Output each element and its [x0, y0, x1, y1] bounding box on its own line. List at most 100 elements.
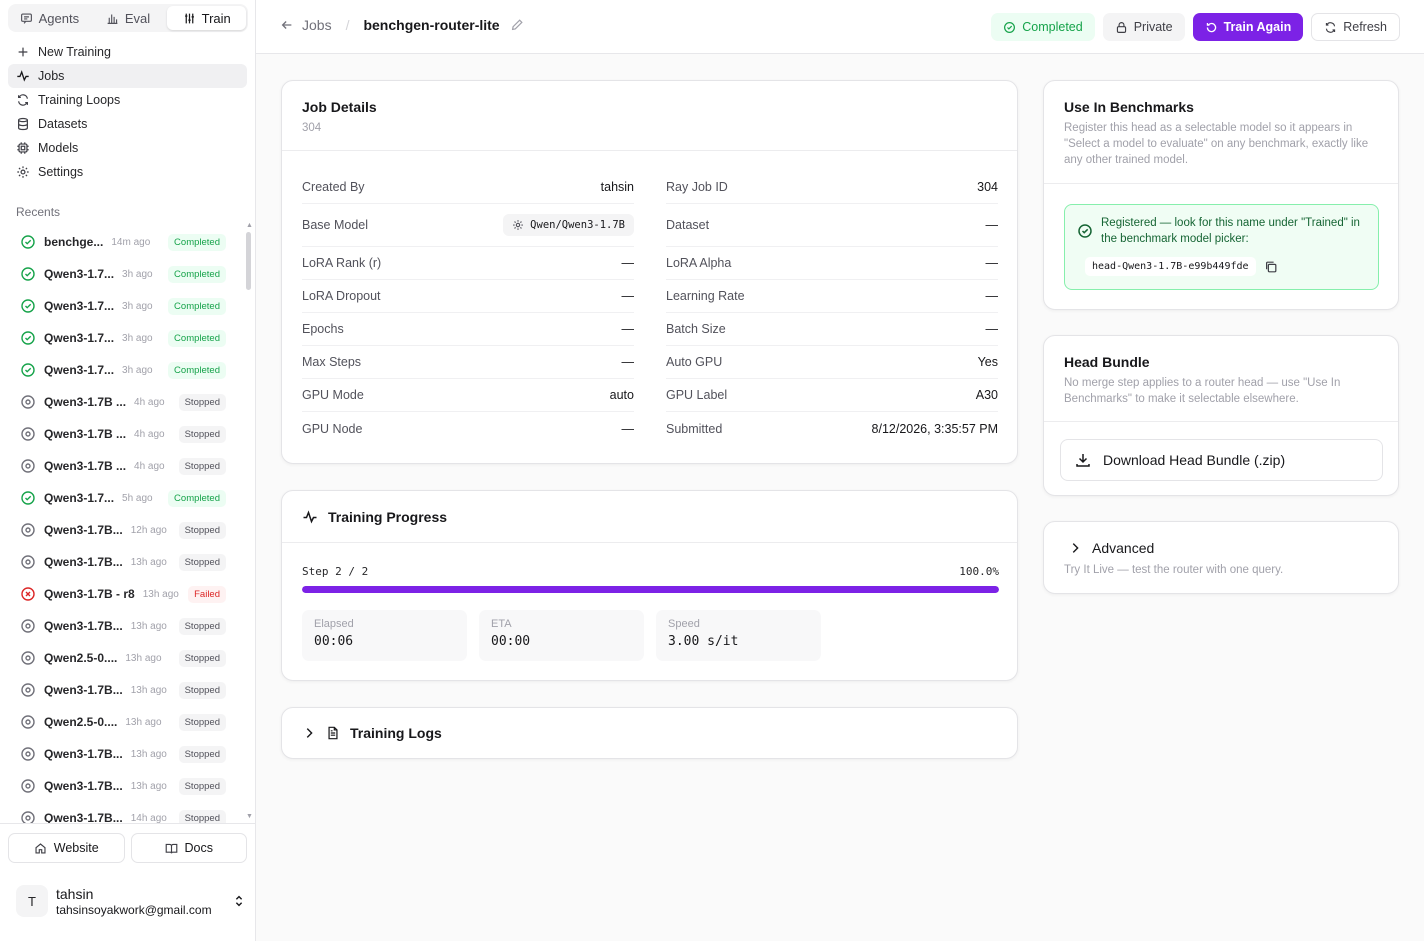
recent-job-item[interactable]: Qwen3-1.7B... 12h ago Stopped: [8, 514, 244, 546]
docs-button[interactable]: Docs: [130, 833, 247, 863]
breadcrumb-jobs: Jobs: [302, 17, 332, 33]
training-logs-toggle[interactable]: Training Logs: [281, 707, 1018, 759]
sidebar-item-jobs[interactable]: Jobs: [8, 64, 247, 88]
stop-circle-icon: [21, 555, 35, 569]
tab-agents[interactable]: Agents: [10, 6, 89, 30]
recent-job-item[interactable]: Qwen3-1.7B... 14h ago Stopped: [8, 802, 244, 824]
recent-job-item[interactable]: Qwen3-1.7B ... 4h ago Stopped: [8, 450, 244, 482]
sidebar-item-training-loops[interactable]: Training Loops: [8, 88, 247, 112]
job-details-title: Job Details: [302, 99, 377, 115]
job-detail-row: LoRA Rank (r) —: [302, 247, 634, 280]
recent-job-item[interactable]: Qwen3-1.7B - r8 13h ago Failed: [8, 578, 244, 610]
job-detail-value: —: [621, 289, 635, 303]
job-detail-key: GPU Mode: [302, 388, 364, 402]
recent-job-item[interactable]: Qwen3-1.7B ... 4h ago Stopped: [8, 386, 244, 418]
job-detail-row: Max Steps —: [302, 346, 634, 379]
private-button[interactable]: Private: [1102, 13, 1185, 41]
recent-job-item[interactable]: benchge... 14m ago Completed: [8, 226, 244, 258]
recent-job-time: 13h ago: [130, 620, 167, 632]
recents-list: benchge... 14m ago Completed Qwen3-1.7... 3h…: [8, 226, 244, 824]
recent-job-item[interactable]: Qwen3-1.7... 5h ago Completed: [8, 482, 244, 514]
recent-job-item[interactable]: Qwen3-1.7B ... 4h ago Stopped: [8, 418, 244, 450]
copy-icon[interactable]: [1264, 260, 1278, 274]
status-badge: Stopped: [178, 457, 226, 475]
job-detail-key: Max Steps: [302, 355, 362, 369]
private-label: Private: [1133, 20, 1173, 34]
tab-train-label: Train: [201, 10, 231, 26]
recents-scrollbar[interactable]: [246, 232, 251, 290]
chevron-right-icon: [1072, 543, 1079, 553]
sidebar-nav: New Training Jobs Training Loops Dataset…: [8, 40, 247, 184]
pencil-icon[interactable]: [510, 18, 524, 32]
job-detail-row: LoRA Alpha —: [666, 247, 998, 280]
scroll-down-arrow[interactable]: ▼: [246, 813, 253, 820]
advanced-card[interactable]: Advanced Try It Live — test the router w…: [1043, 521, 1399, 594]
recent-job-name: Qwen2.5-0....: [44, 715, 118, 729]
tab-eval[interactable]: Eval: [89, 6, 168, 30]
stop-circle-icon: [21, 779, 35, 793]
status-badge: Stopped: [178, 521, 226, 539]
user-menu[interactable]: T tahsin tahsinsoyakwork@gmail.com: [16, 884, 246, 918]
training-progress-title: Training Progress: [328, 508, 448, 525]
recent-job-item[interactable]: Qwen3-1.7B... 13h ago Stopped: [8, 738, 244, 770]
recent-job-time: 13h ago: [125, 652, 162, 664]
sidebar-item-label: Jobs: [38, 69, 65, 83]
base-model-chip: Qwen/Qwen3-1.7B: [503, 214, 634, 236]
benchmarks-desc: Register this head as a selectable model…: [1064, 122, 1369, 166]
website-button[interactable]: Website: [8, 833, 125, 863]
job-detail-row: Dataset —: [666, 204, 998, 247]
scroll-up-arrow[interactable]: ▲: [246, 222, 253, 229]
sidebar-item-settings[interactable]: Settings: [8, 160, 247, 184]
benchmarks-title: Use In Benchmarks: [1064, 99, 1194, 115]
check-circle-icon: [21, 491, 35, 505]
recent-job-time: 4h ago: [134, 460, 165, 472]
job-detail-key: Submitted: [666, 421, 723, 436]
recent-job-item[interactable]: Qwen2.5-0.... 13h ago Stopped: [8, 642, 244, 674]
job-detail-key: LoRA Rank (r): [302, 256, 382, 270]
back-to-jobs-link[interactable]: Jobs: [280, 17, 332, 33]
recent-job-name: Qwen3-1.7B...: [44, 555, 123, 569]
recent-job-time: 14h ago: [130, 812, 167, 824]
recent-job-item[interactable]: Qwen2.5-0.... 13h ago Stopped: [8, 706, 244, 738]
check-circle-icon: [21, 235, 35, 249]
stop-circle-icon: [21, 651, 35, 665]
status-badge: Completed: [168, 361, 226, 379]
sidebar-item-datasets[interactable]: Datasets: [8, 112, 247, 136]
job-detail-row: Ray Job ID 304: [666, 171, 998, 204]
download-label: Download Head Bundle (.zip): [1103, 452, 1286, 468]
benchmarks-card: Use In Benchmarks Register this head as …: [1043, 80, 1399, 310]
job-detail-value: —: [621, 421, 635, 436]
x-circle-icon: [21, 587, 35, 601]
refresh-button[interactable]: Refresh: [1311, 13, 1400, 41]
tab-train[interactable]: Train: [167, 6, 247, 30]
recent-job-item[interactable]: Qwen3-1.7B... 13h ago Stopped: [8, 770, 244, 802]
recent-job-item[interactable]: Qwen3-1.7B... 13h ago Stopped: [8, 546, 244, 578]
activity-icon: [303, 509, 317, 523]
status-badge: Stopped: [178, 617, 226, 635]
tab-agents-label: Agents: [38, 10, 80, 26]
sidebar-item-new-training[interactable]: New Training: [8, 40, 247, 64]
recent-job-item[interactable]: Qwen3-1.7... 3h ago Completed: [8, 322, 244, 354]
recent-job-item[interactable]: Qwen3-1.7... 3h ago Completed: [8, 290, 244, 322]
job-detail-value: —: [985, 256, 999, 270]
gear-icon: [17, 166, 29, 178]
job-detail-key: Base Model: [302, 218, 369, 232]
recent-job-name: Qwen3-1.7...: [44, 491, 115, 505]
train-again-button[interactable]: Train Again: [1192, 13, 1304, 41]
recent-job-item[interactable]: Qwen3-1.7B... 13h ago Stopped: [8, 610, 244, 642]
job-detail-value: —: [985, 289, 999, 303]
download-head-bundle-button[interactable]: Download Head Bundle (.zip): [1060, 439, 1383, 481]
recent-job-item[interactable]: Qwen3-1.7... 3h ago Completed: [8, 258, 244, 290]
sidebar-item-models[interactable]: Models: [8, 136, 247, 160]
status-badge: Completed: [168, 265, 226, 283]
recent-job-time: 3h ago: [122, 332, 153, 344]
status-badge: Completed: [991, 13, 1095, 41]
recent-job-item[interactable]: Qwen3-1.7B... 13h ago Stopped: [8, 674, 244, 706]
gear-icon: [513, 220, 524, 230]
download-icon: [1076, 454, 1090, 467]
training-progress-header: Training Progress: [282, 491, 1017, 543]
recent-job-item[interactable]: Qwen3-1.7... 3h ago Completed: [8, 354, 244, 386]
recent-job-name: Qwen3-1.7B - r8: [44, 587, 135, 601]
recent-job-time: 3h ago: [122, 364, 153, 376]
rotate-icon: [1206, 22, 1216, 32]
